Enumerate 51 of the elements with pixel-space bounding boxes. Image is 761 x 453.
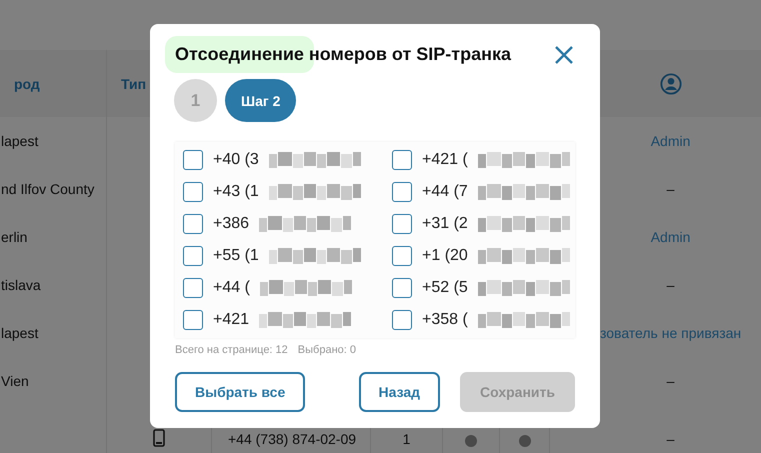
checkbox[interactable] — [183, 278, 203, 298]
checkbox[interactable] — [392, 310, 412, 330]
table-cell: erlin — [1, 229, 28, 245]
phone-number: +421 ( — [422, 151, 468, 169]
phone-number: +386 — [213, 215, 250, 233]
table-cell: lapest — [1, 133, 38, 149]
table-cell: – — [666, 181, 674, 197]
checkbox[interactable] — [392, 150, 412, 170]
table-cell: Vien — [1, 373, 29, 389]
checkbox[interactable] — [392, 246, 412, 266]
table-cell: Admin — [650, 133, 690, 149]
table-cell: зователь не привязан — [600, 325, 742, 341]
total-count: Всего на странице: 12 — [175, 344, 288, 356]
column-header: Тип — [121, 76, 146, 92]
user-icon — [660, 72, 682, 94]
phone-number: +421 — [213, 311, 250, 329]
phone-number: +44 ( — [213, 279, 250, 297]
table-cell: +44 (738) 874-02-09 — [228, 431, 356, 447]
checkbox[interactable] — [392, 214, 412, 234]
step-tab[interactable]: Шаг 2 — [225, 79, 296, 122]
phone-number: +31 (2 — [422, 215, 468, 233]
phone-number: +1 (20 — [422, 247, 468, 265]
table-cell: – — [666, 373, 674, 389]
close-button[interactable] — [553, 44, 575, 66]
dialog-button[interactable]: Выбрать все — [175, 372, 306, 412]
column-header: род — [14, 76, 40, 92]
phone-number: +40 (3 — [213, 151, 259, 169]
checkbox[interactable] — [392, 182, 412, 202]
dialog-title: Отсоединение номеров от SIP-транка — [165, 36, 512, 73]
phone-number: +55 (1 — [213, 247, 259, 265]
phone-number: +358 ( — [422, 311, 468, 329]
checkbox[interactable] — [183, 150, 203, 170]
table-cell: – — [666, 277, 674, 293]
checkbox[interactable] — [183, 182, 203, 202]
phone-number: +52 (5 — [422, 279, 468, 297]
table-cell: lapest — [1, 325, 38, 341]
table-cell: – — [666, 431, 674, 447]
table-cell: 1 — [402, 431, 410, 447]
table-cell: nd Ilfov County — [1, 181, 94, 197]
phone-number: +43 (1 — [213, 183, 259, 201]
checkbox[interactable] — [183, 214, 203, 234]
phone-number: +44 (7 — [422, 183, 468, 201]
checkbox[interactable] — [183, 310, 203, 330]
selected-count: Выбрано: 0 — [298, 344, 356, 356]
status-dot — [465, 435, 477, 447]
dialog-button[interactable]: Назад — [358, 372, 440, 412]
status-dot — [518, 435, 530, 447]
checkbox[interactable] — [392, 278, 412, 298]
checkbox[interactable] — [183, 246, 203, 266]
table-cell: tislava — [1, 277, 41, 293]
table-cell: Admin — [650, 229, 690, 245]
